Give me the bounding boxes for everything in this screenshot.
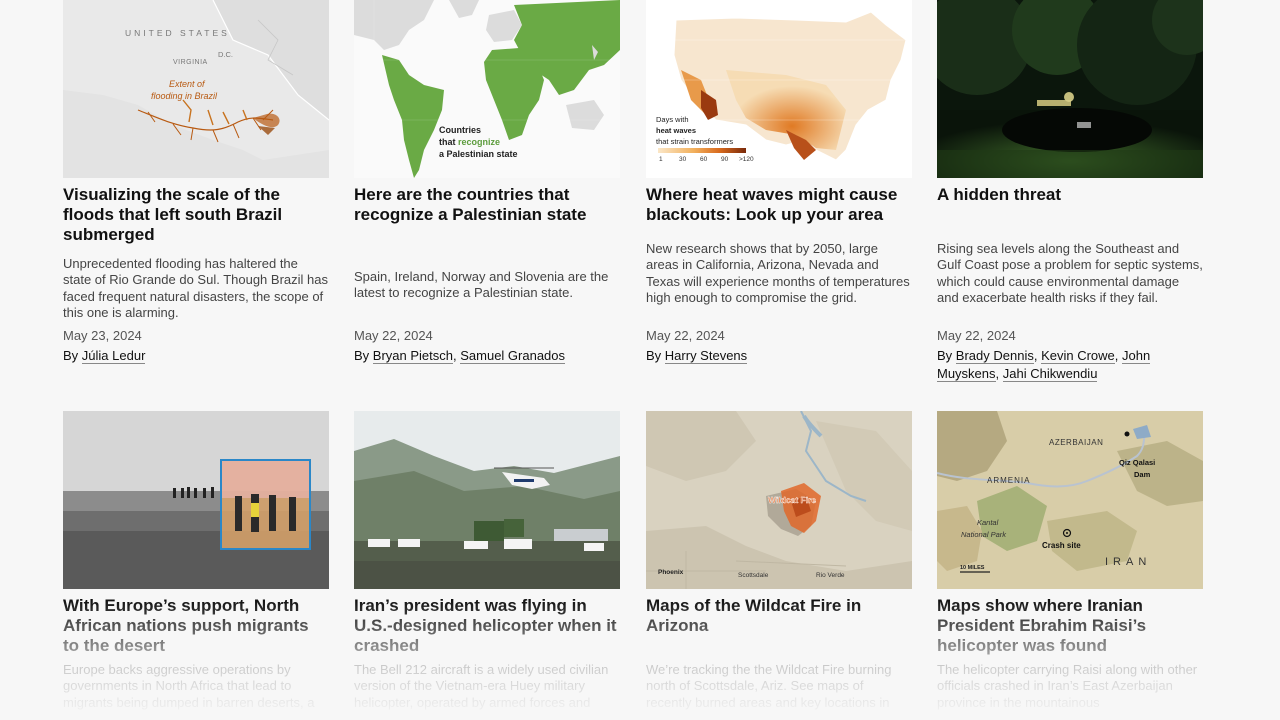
story-thumbnail-migrants-photo[interactable] xyxy=(63,411,329,589)
story-headline[interactable]: A hidden threat xyxy=(937,185,1203,205)
brazil-flood-map: UNITED STATES D.C. VIRGINIA Extent of fl… xyxy=(63,0,329,178)
iran-crash-terrain-map: AZERBAIJAN ARMENIA IRAN Kantal National … xyxy=(937,411,1203,589)
story-byline: By Júlia Ledur xyxy=(63,347,329,365)
map-label-dam-line2: Dam xyxy=(1134,470,1151,479)
story-date: May 22, 2024 xyxy=(646,328,725,343)
author-link[interactable]: Júlia Ledur xyxy=(81,348,146,364)
story-summary: Europe backs aggressive operations by go… xyxy=(63,662,315,710)
story-thumbnail-heatwave-map[interactable]: Days with heat waves that strain transfo… xyxy=(646,0,912,178)
story-summary: Unprecedented flooding has haltered the … xyxy=(63,256,328,320)
story-date: May 22, 2024 xyxy=(354,328,433,343)
map-legend-line2a: that xyxy=(439,137,458,147)
story-headline[interactable]: Maps show where Iranian President Ebrahi… xyxy=(937,596,1203,656)
author-link[interactable]: Brady Dennis xyxy=(955,348,1034,364)
story-byline: By Harry Stevens xyxy=(646,347,912,365)
map-legend-line2b: recognize xyxy=(458,137,500,147)
author-link[interactable]: Kevin Crowe xyxy=(1041,348,1115,364)
story-headline[interactable]: Here are the countries that recognize a … xyxy=(354,185,620,225)
story-summary: New research shows that by 2050, large a… xyxy=(646,241,910,305)
byline-prefix: By xyxy=(354,348,370,363)
map-label-country: AZERBAIJAN xyxy=(1049,438,1103,447)
map-label-city: D.C. xyxy=(218,50,233,59)
map-label-country: UNITED STATES xyxy=(125,28,230,38)
story-summary: Rising sea levels along the Southeast an… xyxy=(937,241,1203,305)
map-scale-label: 10 MILES xyxy=(960,565,985,571)
story-card: Iran’s president was flying in U.S.-desi… xyxy=(354,411,620,711)
author-link[interactable]: Jahi Chikwendiu xyxy=(1002,366,1098,382)
heatwave-us-map: Days with heat waves that strain transfo… xyxy=(656,11,907,163)
story-thumbnail-brazil-floods-map[interactable]: UNITED STATES D.C. VIRGINIA Extent of fl… xyxy=(63,0,329,178)
map-overlay-label-line1: Extent of xyxy=(169,79,206,89)
byline-prefix: By xyxy=(646,348,662,363)
story-thumbnail-wildcat-fire-map[interactable]: Wildcat Fire Phoenix Scottsdale Rio Verd… xyxy=(646,411,912,589)
story-thumbnail-raisi-crash-map[interactable]: AZERBAIJAN ARMENIA IRAN Kantal National … xyxy=(937,411,1203,589)
story-card: Countries that recognize a Palestinian s… xyxy=(354,0,620,364)
story-summary: The Bell 212 aircraft is a widely used c… xyxy=(354,662,609,710)
story-byline: By Bryan Pietsch, Samuel Granados xyxy=(354,348,566,364)
author-link[interactable]: Harry Stevens xyxy=(664,348,748,364)
story-card: With Europe’s support, North African nat… xyxy=(63,411,329,711)
map-label-city: Phoenix xyxy=(658,569,684,576)
story-card: Wildcat Fire Phoenix Scottsdale Rio Verd… xyxy=(646,411,912,711)
story-card: Days with heat waves that strain transfo… xyxy=(646,0,912,364)
fire-label: Wildcat Fire xyxy=(768,495,816,505)
author-link[interactable]: Samuel Granados xyxy=(460,348,566,364)
legend-tick: 60 xyxy=(700,156,708,163)
map-label-country: IRAN xyxy=(1105,556,1151,568)
story-thumbnail-septic-photo[interactable] xyxy=(937,0,1203,178)
legend-line3: that strain transformers xyxy=(656,137,733,146)
night-yard-photo xyxy=(937,0,1203,178)
story-card: UNITED STATES D.C. VIRGINIA Extent of fl… xyxy=(63,0,329,364)
story-headline[interactable]: Maps of the Wildcat Fire in Arizona xyxy=(646,596,912,636)
legend-tick: 90 xyxy=(721,156,729,163)
legend-tick: 30 xyxy=(679,156,687,163)
desert-migrants-photo xyxy=(63,411,329,589)
wildcat-fire-map: Wildcat Fire Phoenix Scottsdale Rio Verd… xyxy=(646,411,912,589)
byline-prefix: By xyxy=(63,348,79,363)
byline-prefix: By xyxy=(937,348,953,363)
map-label-dam-line1: Qiz Qalasi xyxy=(1119,458,1155,467)
story-headline[interactable]: Where heat waves might cause blackouts: … xyxy=(646,185,912,225)
legend-tick: >120 xyxy=(739,156,754,163)
map-label-city: Scottsdale xyxy=(738,572,769,579)
story-card: AZERBAIJAN ARMENIA IRAN Kantal National … xyxy=(937,411,1203,711)
map-label-park-line1: Kantal xyxy=(977,518,999,527)
legend-line1: Days with xyxy=(656,115,689,124)
story-headline[interactable]: With Europe’s support, North African nat… xyxy=(63,596,329,656)
map-label-crash-site: Crash site xyxy=(1042,541,1081,550)
story-headline[interactable]: Iran’s president was flying in U.S.-desi… xyxy=(354,596,620,656)
world-recognition-map: Countries that recognize a Palestinian s… xyxy=(354,0,620,178)
story-byline: By Brady Dennis, Kevin Crowe, John Muysk… xyxy=(937,348,1151,382)
map-overlay-label-line2: flooding in Brazil xyxy=(151,91,218,101)
story-date: May 22, 2024 xyxy=(937,328,1016,343)
story-summary: The helicopter carrying Raisi along with… xyxy=(937,662,1198,710)
map-label-region: VIRGINIA xyxy=(173,59,208,66)
story-card: A hidden threat Rising sea levels along … xyxy=(937,0,1203,382)
legend-line2: heat waves xyxy=(656,126,696,135)
map-label-city: Rio Verde xyxy=(816,572,845,579)
author-link[interactable]: Bryan Pietsch xyxy=(372,348,453,364)
story-summary: We’re tracking the the Wildcat Fire burn… xyxy=(646,662,892,710)
map-legend-line3: a Palestinian state xyxy=(439,149,518,159)
legend-color-ramp xyxy=(658,148,746,153)
svg-text:that recognize: that recognize xyxy=(439,137,500,147)
story-summary: Spain, Ireland, Norway and Slovenia are … xyxy=(354,269,609,301)
story-headline[interactable]: Visualizing the scale of the floods that… xyxy=(63,185,329,245)
map-legend-line1: Countries xyxy=(439,125,481,135)
map-label-country: ARMENIA xyxy=(987,476,1030,485)
legend-tick: 1 xyxy=(659,156,663,163)
story-thumbnail-helicopter-photo[interactable] xyxy=(354,411,620,589)
story-thumbnail-palestine-map[interactable]: Countries that recognize a Palestinian s… xyxy=(354,0,620,178)
map-label-park-line2: National Park xyxy=(961,530,1007,539)
helicopter-photo xyxy=(354,411,620,589)
story-date: May 23, 2024 xyxy=(63,328,142,343)
